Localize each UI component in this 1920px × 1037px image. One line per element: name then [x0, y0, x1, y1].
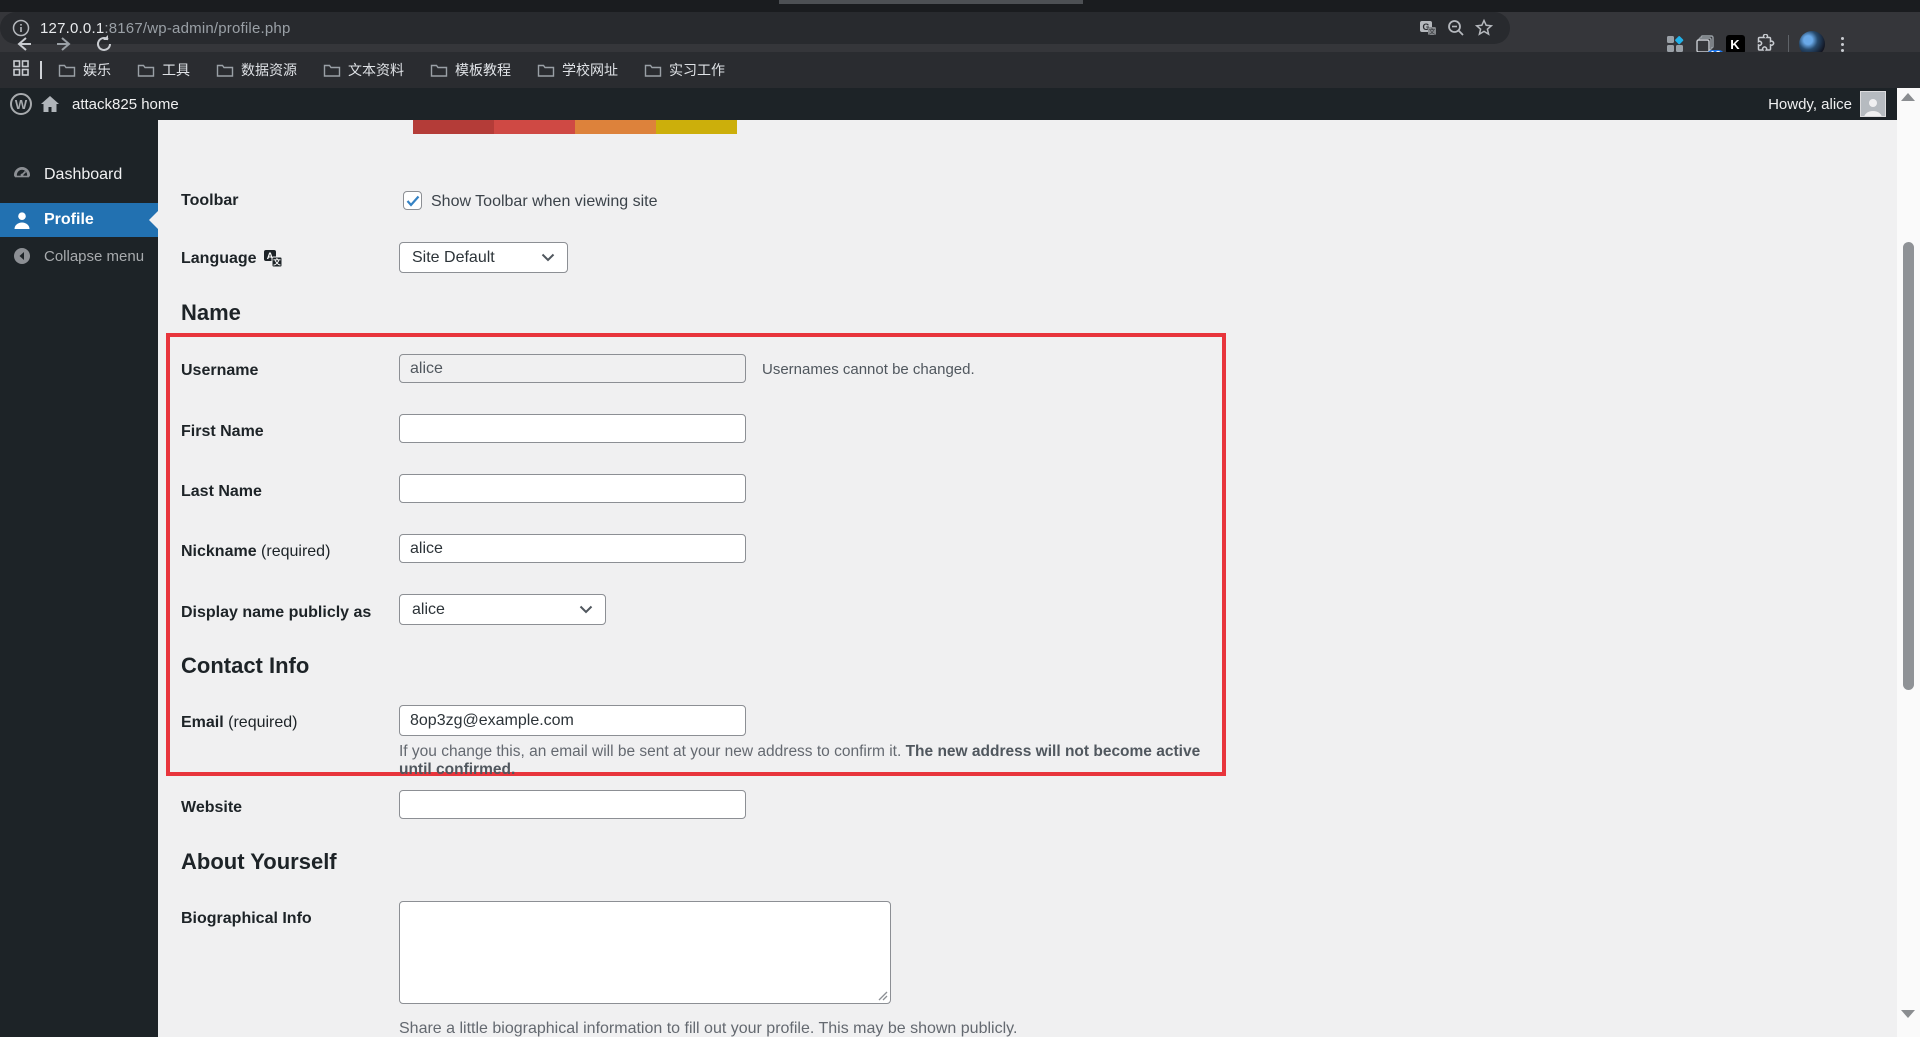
- display-name-field-label: Display name publicly as: [181, 604, 372, 621]
- folder-icon: [644, 64, 662, 77]
- username-input[interactable]: [399, 354, 746, 383]
- user-avatar[interactable]: [1860, 91, 1886, 117]
- email-input[interactable]: [399, 705, 746, 736]
- sidebar-item-label: Dashboard: [44, 166, 123, 183]
- color-scheme-swatch-3[interactable]: [575, 120, 656, 134]
- browser-toolbar: 127.0.0.1:8167/wp-admin/profile.php G文 1…: [0, 12, 1920, 62]
- first-name-input[interactable]: [399, 414, 746, 443]
- svg-text:文: 文: [1429, 27, 1436, 36]
- bio-field-label: Biographical Info: [181, 910, 312, 927]
- apps-grid-icon[interactable]: [12, 59, 30, 82]
- first-name-field-label: First Name: [181, 423, 264, 440]
- wp-admin-bar: W attack825 home Howdy, alice: [0, 88, 1920, 120]
- url-path: :8167/wp-admin/profile.php: [104, 19, 291, 37]
- website-field-label: Website: [181, 799, 243, 816]
- svg-text:文: 文: [273, 257, 281, 267]
- folder-icon: [323, 64, 341, 77]
- scrollbar-thumb[interactable]: [1903, 242, 1914, 690]
- bookmarks-bar: 娱乐 工具 数据资源 文本资料 模板教程 学校网址 实习工作: [0, 52, 1920, 88]
- language-select[interactable]: Site Default: [399, 242, 568, 273]
- wp-sidebar-menu: Dashboard Profile Collapse menu: [0, 120, 158, 1037]
- folder-icon: [430, 64, 448, 77]
- wordpress-logo-icon[interactable]: W: [10, 93, 32, 115]
- bookmark-folder-data-resources[interactable]: 数据资源: [216, 60, 297, 80]
- contact-info-section-heading: Contact Info: [181, 653, 310, 678]
- sidebar-item-label: Collapse menu: [44, 247, 145, 265]
- collapse-icon: [14, 248, 30, 264]
- folder-icon: [216, 64, 234, 77]
- username-field-label: Username: [181, 362, 259, 379]
- sidebar-item-dashboard[interactable]: Dashboard: [0, 158, 158, 192]
- window-scrollbar[interactable]: [1897, 88, 1920, 1037]
- bookmarks-separator: [40, 61, 42, 79]
- folder-icon: [137, 64, 155, 77]
- sidebar-item-collapse-menu[interactable]: Collapse menu: [0, 242, 158, 270]
- sidebar-item-profile[interactable]: Profile: [0, 203, 158, 237]
- url-bar[interactable]: 127.0.0.1:8167/wp-admin/profile.php G文: [0, 12, 1510, 44]
- bio-description: Share a little biographical information …: [399, 1020, 1018, 1037]
- checkmark-icon: [406, 195, 419, 207]
- bio-textarea[interactable]: [399, 901, 891, 1004]
- email-change-note: If you change this, an email will be sen…: [399, 743, 1201, 778]
- toolbar-separator: [1788, 35, 1789, 53]
- toolbar-field-label: Toolbar: [181, 192, 239, 209]
- color-scheme-swatch-4[interactable]: [656, 120, 737, 134]
- username-note: Usernames cannot be changed.: [762, 361, 975, 378]
- user-icon: [14, 212, 30, 229]
- chevron-down-icon: [541, 253, 555, 262]
- bookmark-star-icon[interactable]: [1470, 14, 1498, 42]
- zoom-icon[interactable]: [1442, 14, 1470, 42]
- website-input[interactable]: [399, 790, 746, 819]
- chevron-down-icon: [579, 605, 593, 614]
- bookmark-folder-school-sites[interactable]: 学校网址: [537, 60, 618, 80]
- last-name-field-label: Last Name: [181, 483, 262, 500]
- howdy-user-link[interactable]: Howdy, alice: [1768, 96, 1852, 113]
- folder-icon: [58, 64, 76, 77]
- language-field-label: Language A文: [181, 249, 283, 268]
- dashboard-icon: [14, 167, 30, 185]
- screen: 127.0.0.1:8167/wp-admin/profile.php G文 1…: [0, 0, 1920, 1037]
- color-scheme-swatch-1[interactable]: [413, 120, 494, 134]
- last-name-input[interactable]: [399, 474, 746, 503]
- bookmark-folder-tools[interactable]: 工具: [137, 60, 190, 80]
- sidebar-item-label: Profile: [44, 211, 94, 228]
- scrollbar-down-arrow[interactable]: [1901, 1010, 1915, 1018]
- bookmark-folder-entertainment[interactable]: 娱乐: [58, 60, 111, 80]
- url-text[interactable]: 127.0.0.1:8167/wp-admin/profile.php: [40, 20, 291, 37]
- active-tab-sliver: [779, 0, 1083, 4]
- name-section-heading: Name: [181, 300, 241, 325]
- color-scheme-swatch-2[interactable]: [494, 120, 575, 134]
- bookmark-folder-internship[interactable]: 实习工作: [644, 60, 725, 80]
- translation-icon: A文: [263, 250, 283, 268]
- home-icon[interactable]: [40, 95, 60, 113]
- display-name-select[interactable]: alice: [399, 594, 606, 625]
- show-toolbar-checkbox-label[interactable]: Show Toolbar when viewing site: [431, 193, 658, 211]
- translate-icon[interactable]: G文: [1414, 14, 1442, 42]
- folder-icon: [537, 64, 555, 77]
- email-field-label: Email (required): [181, 714, 298, 731]
- site-home-link[interactable]: attack825 home: [72, 96, 179, 113]
- bookmark-folder-text-materials[interactable]: 文本资料: [323, 60, 404, 80]
- bookmark-folder-template-tutorials[interactable]: 模板教程: [430, 60, 511, 80]
- about-yourself-section-heading: About Yourself: [181, 849, 337, 874]
- nickname-input[interactable]: [399, 534, 746, 563]
- show-toolbar-checkbox[interactable]: [403, 191, 422, 210]
- nickname-field-label: Nickname (required): [181, 543, 331, 560]
- scrollbar-up-arrow[interactable]: [1901, 93, 1915, 101]
